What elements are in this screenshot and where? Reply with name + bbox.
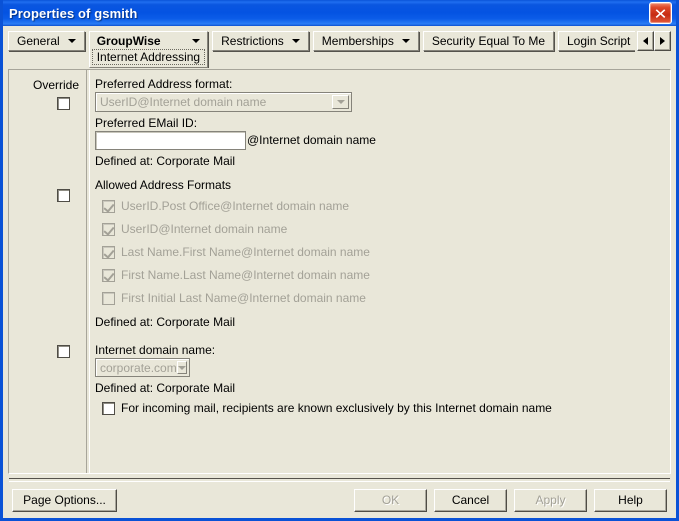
checkbox-first-name-last-name[interactable]: [102, 268, 115, 282]
exclusive-domain-row[interactable]: For incoming mail, recipients are known …: [102, 401, 552, 415]
internet-domain-defined-at: Defined at: Corporate Mail: [95, 381, 236, 395]
tab-groupwise-head: GroupWise: [90, 32, 207, 49]
allowed-format-label-3: Last Name.First Name@Internet domain nam…: [121, 245, 370, 259]
tab-strip: General GroupWise Internet Addressing Re…: [8, 31, 671, 68]
chevron-down-icon: [176, 361, 187, 374]
page-options-button[interactable]: Page Options...: [12, 488, 117, 512]
tab-list: General GroupWise Internet Addressing Re…: [8, 31, 635, 68]
chevron-down-icon: [192, 38, 201, 43]
tab-groupwise-subpage[interactable]: Internet Addressing: [91, 49, 206, 65]
page-options-label: Page Options...: [23, 493, 106, 507]
preferred-email-id-label: Preferred EMail ID:: [95, 116, 198, 130]
apply-button[interactable]: Apply: [514, 488, 587, 512]
scroll-left-icon[interactable]: [637, 31, 654, 51]
allowed-format-row-5[interactable]: First Initial Last Name@Internet domain …: [102, 291, 366, 305]
internet-addressing-page: Override Preferred Address format: UserI…: [8, 69, 671, 474]
title-bar: Properties of gsmith: [3, 0, 676, 26]
ok-button[interactable]: OK: [354, 488, 427, 512]
dialog-button-bar: Page Options... OK Cancel Apply Help: [8, 482, 671, 518]
allowed-address-formats-label: Allowed Address Formats: [95, 178, 232, 192]
allowed-format-row-1[interactable]: UserID.Post Office@Internet domain name: [102, 199, 349, 213]
tab-restrictions-label: Restrictions: [221, 34, 284, 48]
preferred-address-format-combo[interactable]: UserID@Internet domain name: [95, 92, 352, 112]
override-checkbox-internet-domain[interactable]: [57, 345, 70, 358]
override-checkbox-preferred-address[interactable]: [57, 97, 70, 110]
internet-domain-name-combo[interactable]: corporate.com: [95, 358, 190, 377]
tab-login-script[interactable]: Login Script: [558, 31, 635, 51]
preferred-address-format-value: UserID@Internet domain name: [100, 95, 267, 109]
allowed-format-row-3[interactable]: Last Name.First Name@Internet domain nam…: [102, 245, 370, 259]
cancel-button[interactable]: Cancel: [434, 488, 507, 512]
help-label: Help: [618, 493, 643, 507]
chevron-down-icon: [401, 39, 410, 43]
chevron-down-icon: [332, 95, 349, 109]
allowed-format-label-5: First Initial Last Name@Internet domain …: [121, 291, 366, 305]
tab-login-script-label: Login Script: [567, 34, 631, 48]
checkbox-exclusive-domain[interactable]: [102, 401, 115, 415]
properties-dialog-window: Properties of gsmith General GroupWise I…: [0, 0, 679, 521]
tab-general[interactable]: General: [8, 31, 85, 51]
preferred-email-id-input[interactable]: [95, 131, 246, 150]
allowed-format-row-4[interactable]: First Name.Last Name@Internet domain nam…: [102, 268, 370, 282]
preferred-email-id-defined-at: Defined at: Corporate Mail: [95, 154, 236, 168]
cancel-label: Cancel: [451, 493, 490, 507]
column-divider: [86, 70, 90, 473]
preferred-email-id-suffix: @Internet domain name: [247, 133, 376, 147]
tab-groupwise[interactable]: GroupWise Internet Addressing: [88, 31, 209, 68]
title-bar-buttons: [649, 2, 672, 24]
override-column-header: Override: [32, 78, 79, 92]
allowed-format-row-2[interactable]: UserID@Internet domain name: [102, 222, 287, 236]
tab-scroll-buttons: [637, 31, 671, 51]
allowed-format-label-4: First Name.Last Name@Internet domain nam…: [121, 268, 370, 282]
dialog-client-area: General GroupWise Internet Addressing Re…: [3, 26, 676, 518]
help-button[interactable]: Help: [594, 488, 667, 512]
tab-security-equal-to-me-label: Security Equal To Me: [431, 34, 545, 48]
apply-label: Apply: [535, 493, 566, 507]
ok-label: OK: [381, 493, 400, 507]
exclusive-domain-label: For incoming mail, recipients are known …: [121, 401, 552, 415]
checkbox-userid-post-office[interactable]: [102, 199, 115, 213]
allowed-format-label-1: UserID.Post Office@Internet domain name: [121, 199, 350, 213]
tab-restrictions[interactable]: Restrictions: [212, 31, 309, 51]
scroll-right-icon[interactable]: [654, 31, 671, 51]
checkbox-last-name-first-name[interactable]: [102, 245, 115, 259]
allowed-formats-defined-at: Defined at: Corporate Mail: [95, 315, 236, 329]
tab-memberships[interactable]: Memberships: [312, 31, 419, 51]
chevron-down-icon: [291, 39, 300, 43]
override-checkbox-allowed-formats[interactable]: [57, 189, 70, 202]
allowed-format-label-2: UserID@Internet domain name: [121, 222, 288, 236]
internet-domain-name-value: corporate.com: [100, 360, 177, 375]
close-icon[interactable]: [649, 2, 672, 24]
tab-general-label: General: [17, 34, 60, 48]
chevron-down-icon: [67, 39, 76, 43]
tab-security-equal-to-me[interactable]: Security Equal To Me: [422, 31, 554, 51]
tab-groupwise-sub-label: Internet Addressing: [96, 50, 201, 64]
checkbox-userid[interactable]: [102, 222, 115, 236]
internet-domain-name-label: Internet domain name:: [95, 343, 216, 357]
tab-groupwise-label: GroupWise: [96, 33, 161, 48]
window-title: Properties of gsmith: [9, 5, 138, 21]
preferred-address-format-label: Preferred Address format:: [95, 77, 233, 91]
tab-memberships-label: Memberships: [321, 34, 394, 48]
checkbox-first-initial-last-name[interactable]: [102, 291, 115, 305]
